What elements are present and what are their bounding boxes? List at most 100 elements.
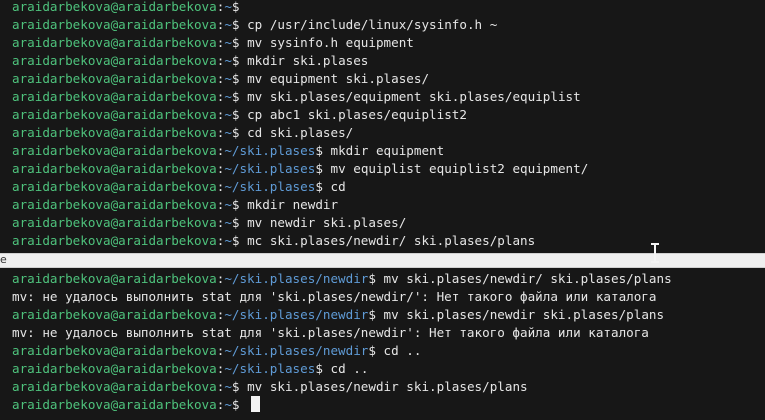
terminal-line: araidarbekova@araidarbekova:~$ cd ski.pl… [12,124,588,142]
prompt-path: ~ [224,233,232,248]
text-cursor-icon [651,243,659,263]
prompt-symbol: $ [231,17,248,32]
prompt-symbol: $ [231,0,248,14]
prompt-symbol: $ [231,379,248,394]
prompt-user: araidarbekova@araidarbekova [12,0,217,14]
terminal-line: araidarbekova@araidarbekova:~/ski.plases… [12,178,588,196]
terminal-line: araidarbekova@araidarbekova:~$ mv sysinf… [12,34,588,52]
prompt-user: araidarbekova@araidarbekova [12,307,217,322]
terminal-line: araidarbekova@araidarbekova:~/ski.plases… [12,270,672,288]
prompt-path: ~ [224,35,232,50]
separator-text: e [0,253,7,266]
command-text: cp abc1 ski.plases/equiplist2 [247,107,467,122]
prompt-path: ~ [224,0,232,14]
terminal-window[interactable]: araidarbekova@araidarbekova:~$ araidarbe… [0,0,765,420]
prompt-user: araidarbekova@araidarbekova [12,107,217,122]
prompt-user: araidarbekova@araidarbekova [12,35,217,50]
prompt-path: ~/ski.plases/newdir [224,271,369,286]
prompt-path: ~ [224,397,232,412]
prompt-path: ~/ski.plases/newdir [224,307,369,322]
command-text: mv ski.plases/equipment ski.plases/equip… [247,89,581,104]
terminal-line: araidarbekova@araidarbekova:~$ mv newdir… [12,214,588,232]
prompt-path: ~ [224,53,232,68]
prompt-symbol: $ [231,107,248,122]
prompt-path: ~ [224,215,232,230]
terminal-line: araidarbekova@araidarbekova:~$ cp abc1 s… [12,106,588,124]
command-text: mv ski.plases/newdir/ ski.plases/plans [383,271,672,286]
block-cursor-icon [251,396,261,412]
prompt-symbol: $ [368,307,384,322]
terminal-line: araidarbekova@araidarbekova:~$ mc ski.pl… [12,232,588,250]
command-text: cp /usr/include/linux/sysinfo.h ~ [247,17,498,32]
terminal-line: mv: не удалось выполнить stat для 'ski.p… [12,288,672,306]
prompt-symbol: $ [231,197,248,212]
prompt-path: ~ [224,197,232,212]
prompt-path: ~/ski.plases [224,161,316,176]
terminal-pane-upper[interactable]: araidarbekova@araidarbekova:~$ araidarbe… [0,0,765,253]
terminal-line: mv: не удалось выполнить stat для 'ski.p… [12,324,672,342]
prompt-user: araidarbekova@araidarbekova [12,379,217,394]
terminal-line: araidarbekova@araidarbekova:~/ski.plases… [12,360,672,378]
terminal-line: araidarbekova@araidarbekova:~$ mv equipm… [12,70,588,88]
terminal-line: araidarbekova@araidarbekova:~/ski.plases… [12,342,672,360]
prompt-user: araidarbekova@araidarbekova [12,143,217,158]
command-text: mv sysinfo.h equipment [247,35,414,50]
prompt-user: araidarbekova@araidarbekova [12,71,217,86]
command-text: mkdir equipment [330,143,445,158]
prompt-path: ~/ski.plases [224,143,316,158]
prompt-user: araidarbekova@araidarbekova [12,197,217,212]
terminal-line: araidarbekova@araidarbekova:~$ [12,0,588,16]
command-text: cd ski.plases/ [247,125,354,140]
command-text: mkdir ski.plases [247,53,369,68]
prompt-symbol: $ [315,361,331,376]
prompt-path: ~/ski.plases/newdir [224,343,369,358]
terminal-line: araidarbekova@araidarbekova:~/ski.plases… [12,142,588,160]
prompt-symbol: $ [231,35,248,50]
prompt-symbol: $ [315,179,331,194]
prompt-symbol: $ [368,343,384,358]
command-text: mkdir newdir [247,197,339,212]
prompt-path: ~/ski.plases [224,179,316,194]
prompt-symbol: $ [315,143,331,158]
command-text: mv equiplist equiplist2 equipment/ [330,161,589,176]
command-text: cd [330,179,346,194]
command-text: mv ski.plases/newdir ski.plases/plans [383,307,665,322]
prompt-symbol: $ [231,125,248,140]
prompt-user: araidarbekova@araidarbekova [12,343,217,358]
error-output: mv: не удалось выполнить stat для 'ski.p… [12,325,649,340]
prompt-user: araidarbekova@araidarbekova [12,215,217,230]
prompt-user: araidarbekova@araidarbekova [12,361,217,376]
error-output: mv: не удалось выполнить stat для 'ski.p… [12,289,657,304]
terminal-output-upper: araidarbekova@araidarbekova:~$ araidarbe… [12,0,588,250]
prompt-user: araidarbekova@araidarbekova [12,17,217,32]
terminal-line: araidarbekova@araidarbekova:~$ mv ski.pl… [12,88,588,106]
command-text: mc ski.plases/newdir/ ski.plases/plans [247,233,536,248]
prompt-symbol: $ [231,215,248,230]
prompt-path: ~ [224,125,232,140]
terminal-line: araidarbekova@araidarbekova:~/ski.plases… [12,160,588,178]
command-text: cd .. [383,343,422,358]
terminal-pane-lower[interactable]: araidarbekova@araidarbekova:~/ski.plases… [0,268,765,420]
prompt-user: araidarbekova@araidarbekova [12,233,217,248]
terminal-line: araidarbekova@araidarbekova:~$ mkdir new… [12,196,588,214]
prompt-user: araidarbekova@araidarbekova [12,53,217,68]
prompt-symbol: $ [231,397,248,412]
prompt-path: ~ [224,107,232,122]
command-text: cd .. [330,361,369,376]
prompt-path: ~ [224,379,232,394]
prompt-symbol: $ [315,161,331,176]
prompt-path: ~ [224,71,232,86]
terminal-line: araidarbekova@araidarbekova:~/ski.plases… [12,306,672,324]
terminal-line: araidarbekova@araidarbekova:~$ [12,396,672,414]
prompt-user: araidarbekova@araidarbekova [12,125,217,140]
terminal-output-lower: araidarbekova@araidarbekova:~/ski.plases… [12,270,672,414]
prompt-user: araidarbekova@araidarbekova [12,89,217,104]
command-text: mv ski.plases/newdir ski.plases/plans [247,379,528,394]
prompt-symbol: $ [231,71,248,86]
terminal-line: araidarbekova@araidarbekova:~$ cp /usr/i… [12,16,588,34]
prompt-user: araidarbekova@araidarbekova [12,179,217,194]
prompt-symbol: $ [231,233,248,248]
prompt-path: ~/ski.plases [224,361,316,376]
prompt-symbol: $ [231,53,248,68]
prompt-user: araidarbekova@araidarbekova [12,271,217,286]
